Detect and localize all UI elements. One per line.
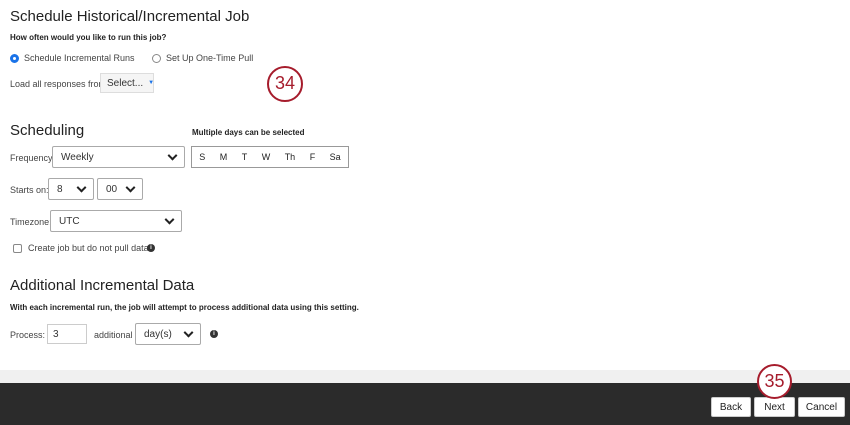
back-button[interactable]: Back: [711, 397, 751, 417]
caret-down-icon: ▼: [148, 80, 155, 86]
scheduling-title: Scheduling: [10, 122, 85, 139]
minute-value: 00: [106, 183, 118, 195]
hour-select[interactable]: 8: [48, 178, 94, 200]
chevron-down-icon: [164, 214, 175, 225]
day-tuesday[interactable]: T: [242, 152, 248, 162]
frequency-value: Weekly: [61, 151, 94, 163]
additional-description: With each incremental run, the job will …: [10, 303, 359, 312]
info-icon[interactable]: i: [210, 330, 218, 338]
day-wednesday[interactable]: W: [262, 152, 271, 162]
day-monday[interactable]: M: [220, 152, 228, 162]
frequency-select[interactable]: Weekly: [52, 146, 185, 168]
create-only-label: Create job but do not pull data: [28, 243, 149, 253]
day-sunday[interactable]: S: [199, 152, 205, 162]
unit-select[interactable]: day(s): [135, 323, 201, 345]
timezone-label: Timezone:: [10, 217, 52, 227]
radio-selected-icon: [10, 53, 19, 63]
load-from-select[interactable]: Select... ▼: [100, 73, 154, 93]
radio-onetime-label: Set Up One-Time Pull: [166, 53, 254, 63]
create-only-checkbox[interactable]: [13, 244, 22, 253]
frequency-label: Frequency:: [10, 153, 56, 163]
step-badge-34: 34: [267, 66, 303, 102]
timezone-select[interactable]: UTC: [50, 210, 182, 232]
additional-label: additional: [94, 330, 133, 340]
radio-onetime[interactable]: Set Up One-Time Pull: [152, 53, 253, 63]
radio-incremental[interactable]: Schedule Incremental Runs: [10, 53, 135, 63]
chevron-down-icon: [167, 150, 178, 161]
chevron-down-icon: [183, 327, 194, 338]
process-input[interactable]: 3: [47, 324, 87, 344]
chevron-down-icon: [76, 182, 87, 193]
process-label: Process:: [10, 330, 46, 340]
frequency-question: How often would you like to run this job…: [10, 33, 167, 42]
step-badge-35: 35: [757, 364, 792, 399]
days-hint: Multiple days can be selected: [192, 128, 305, 137]
day-picker: S M T W Th F Sa: [191, 146, 349, 168]
load-label: Load all responses from:: [10, 79, 109, 89]
footer-divider: [0, 370, 850, 384]
next-button[interactable]: Next: [754, 397, 795, 417]
load-from-value: Select...: [107, 77, 144, 89]
radio-unselected-icon: [152, 53, 161, 63]
day-saturday[interactable]: Sa: [330, 152, 341, 162]
day-friday[interactable]: F: [310, 152, 316, 162]
timezone-value: UTC: [59, 215, 80, 227]
page-title: Schedule Historical/Incremental Job: [10, 8, 250, 25]
cancel-button[interactable]: Cancel: [798, 397, 845, 417]
info-icon[interactable]: i: [147, 244, 155, 252]
radio-incremental-label: Schedule Incremental Runs: [24, 53, 135, 63]
day-thursday[interactable]: Th: [285, 152, 296, 162]
additional-title: Additional Incremental Data: [10, 277, 195, 294]
hour-value: 8: [57, 183, 63, 195]
unit-value: day(s): [144, 328, 172, 340]
minute-select[interactable]: 00: [97, 178, 143, 200]
starts-on-label: Starts on:: [10, 185, 49, 195]
chevron-down-icon: [125, 182, 136, 193]
